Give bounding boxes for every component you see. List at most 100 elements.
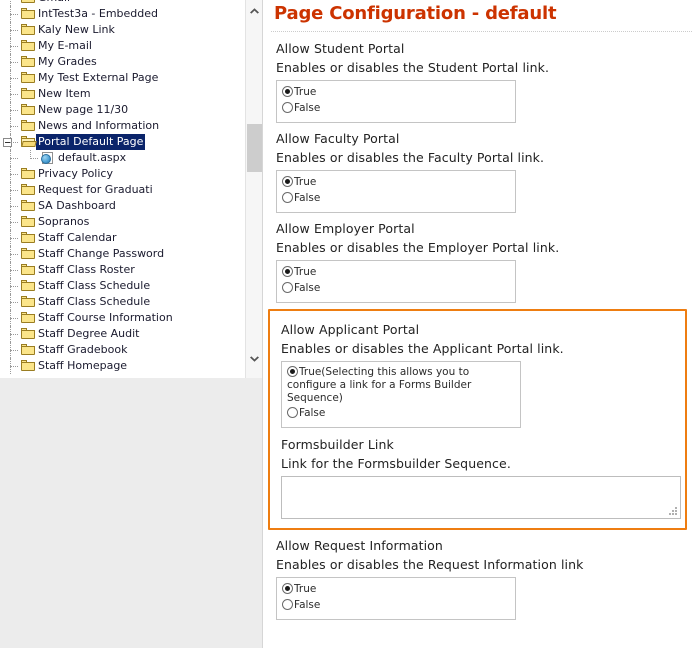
- page-title: Page Configuration - default: [274, 3, 556, 24]
- scroll-down-icon[interactable]: [246, 351, 263, 368]
- folder-icon: [20, 86, 36, 102]
- folder-icon: [20, 70, 36, 86]
- radio-option[interactable]: True: [282, 582, 510, 597]
- radio-option[interactable]: True: [282, 175, 510, 190]
- radio-button[interactable]: [287, 366, 298, 377]
- tree-item[interactable]: Kaly New Link: [0, 22, 244, 38]
- tree-item[interactable]: Staff Homepage: [0, 358, 244, 374]
- tree-item[interactable]: default.aspx: [0, 150, 244, 166]
- config-section: Allow Request InformationEnables or disa…: [263, 536, 696, 620]
- radio-group[interactable]: True False: [276, 577, 516, 620]
- tree-item[interactable]: Staff Class Schedule: [0, 278, 244, 294]
- folder-icon: [20, 198, 36, 214]
- tree-item-label: Kaly New Link: [36, 22, 117, 38]
- radio-option[interactable]: False: [282, 191, 510, 206]
- tree-item-label: default.aspx: [56, 150, 128, 166]
- radio-button[interactable]: [282, 282, 293, 293]
- radio-option[interactable]: False: [282, 281, 510, 296]
- site-tree-scrollbar[interactable]: [245, 0, 263, 378]
- tree-item-label: Privacy Policy: [36, 166, 115, 182]
- radio-option-label: True: [294, 176, 316, 188]
- formsbuilder-link-input[interactable]: [281, 476, 681, 519]
- tree-indent: [0, 86, 20, 102]
- tree-indent: [0, 326, 20, 342]
- radio-option[interactable]: False: [287, 406, 515, 421]
- radio-button[interactable]: [282, 176, 293, 187]
- folder-icon: [20, 166, 36, 182]
- config-section-highlighted: Allow Applicant PortalEnables or disable…: [268, 309, 687, 530]
- tree-indent: [0, 118, 20, 134]
- tree-indent: [0, 54, 20, 70]
- title-divider: [271, 31, 692, 32]
- tree-indent: [0, 358, 20, 374]
- tree-item-label: Staff Degree Audit: [36, 326, 142, 342]
- tree-indent: [0, 70, 20, 86]
- tree-item[interactable]: Staff Degree Audit: [0, 326, 244, 342]
- tree-indent: [0, 150, 20, 166]
- tree-item-label: Request for Graduati: [36, 182, 155, 198]
- radio-button[interactable]: [282, 599, 293, 610]
- tree-item[interactable]: Staff Calendar: [0, 230, 244, 246]
- tree-item[interactable]: My E-mail: [0, 38, 244, 54]
- radio-option[interactable]: True: [282, 265, 510, 280]
- tree-item[interactable]: News and Information: [0, 118, 244, 134]
- tree-item[interactable]: My Test External Page: [0, 70, 244, 86]
- config-section: Allow Employer PortalEnables or disables…: [263, 219, 696, 303]
- tree-item-label: IntTest3a - Embedded: [36, 6, 160, 22]
- radio-group[interactable]: True False: [276, 80, 516, 123]
- radio-option[interactable]: True: [282, 85, 510, 100]
- radio-option[interactable]: False: [282, 101, 510, 116]
- web-page-icon: [40, 150, 56, 166]
- tree-item[interactable]: Staff Class Schedule: [0, 294, 244, 310]
- folder-icon: [20, 294, 36, 310]
- tree-indent: [0, 278, 20, 294]
- tree-item[interactable]: Staff Class Roster: [0, 262, 244, 278]
- radio-option[interactable]: True(Selecting this allows you to config…: [287, 366, 515, 405]
- radio-button[interactable]: [287, 407, 298, 418]
- radio-group[interactable]: TrueFalse: [276, 260, 516, 303]
- tree-collapse-toggle[interactable]: [3, 138, 12, 147]
- tree-item[interactable]: Staff Gradebook: [0, 342, 244, 358]
- radio-option-label: True: [294, 86, 316, 98]
- radio-button[interactable]: [282, 266, 293, 277]
- tree-item[interactable]: New Item: [0, 86, 244, 102]
- field-label: Allow Employer Portal: [276, 219, 696, 238]
- folder-icon: [20, 22, 36, 38]
- tree-indent: [0, 166, 20, 182]
- folder-icon: [20, 182, 36, 198]
- radio-group[interactable]: True False: [276, 170, 516, 213]
- tree-item[interactable]: Portal Default Page: [0, 134, 244, 150]
- site-tree-list: GmailIntTest3a - EmbeddedKaly New LinkMy…: [0, 0, 244, 374]
- radio-group[interactable]: True(Selecting this allows you to config…: [281, 361, 521, 428]
- tree-item[interactable]: IntTest3a - Embedded: [0, 6, 244, 22]
- tree-indent: [0, 214, 20, 230]
- radio-option[interactable]: False: [282, 598, 510, 613]
- tree-item-label: Staff Course Information: [36, 310, 175, 326]
- tree-item[interactable]: Staff Course Information: [0, 310, 244, 326]
- radio-button[interactable]: [282, 86, 293, 97]
- radio-option-label: False: [294, 599, 320, 611]
- tree-item-label: News and Information: [36, 118, 161, 134]
- tree-indent: [0, 182, 20, 198]
- radio-button[interactable]: [282, 102, 293, 113]
- site-tree-scroll-area[interactable]: GmailIntTest3a - EmbeddedKaly New LinkMy…: [0, 0, 263, 378]
- tree-item[interactable]: My Grades: [0, 54, 244, 70]
- tree-item[interactable]: Privacy Policy: [0, 166, 244, 182]
- tree-item-label: My Grades: [36, 54, 99, 70]
- tree-item[interactable]: Staff Change Password: [0, 246, 244, 262]
- tree-item[interactable]: SA Dashboard: [0, 198, 244, 214]
- field-description: Enables or disables the Faculty Portal l…: [276, 148, 696, 167]
- tree-item-label: New page 11/30: [36, 102, 130, 118]
- tree-item[interactable]: New page 11/30: [0, 102, 244, 118]
- tree-item[interactable]: Request for Graduati: [0, 182, 244, 198]
- resize-grip-icon[interactable]: [669, 507, 677, 515]
- tree-item-label: Sopranos: [36, 214, 91, 230]
- radio-button[interactable]: [282, 583, 293, 594]
- tree-item-label: My E-mail: [36, 38, 94, 54]
- radio-button[interactable]: [282, 192, 293, 203]
- folder-icon: [20, 358, 36, 374]
- tree-item[interactable]: Sopranos: [0, 214, 244, 230]
- scrollbar-thumb[interactable]: [247, 124, 263, 172]
- scroll-up-icon[interactable]: [246, 2, 263, 19]
- field-label: Allow Faculty Portal: [276, 129, 696, 148]
